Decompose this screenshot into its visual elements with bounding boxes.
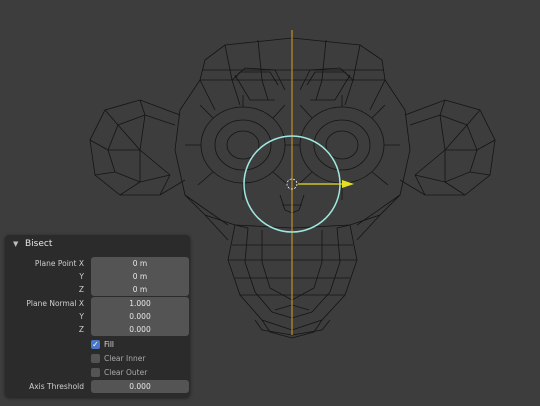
axis-threshold-label: Axis Threshold	[29, 382, 84, 391]
plane-normal-y-field[interactable]: 0.000	[91, 310, 189, 323]
plane-point-z-label: Z	[78, 285, 84, 294]
arrow-head-icon[interactable]	[342, 180, 354, 188]
panel-header[interactable]: ▼ Bisect	[5, 235, 190, 253]
plane-normal-y-label: Y	[79, 312, 84, 321]
plane-point-y-label: Y	[79, 272, 84, 281]
fill-checkbox-row[interactable]: ✓ Fill	[91, 338, 189, 350]
bisect-panel: ▼ Bisect Plane Point X 0 m Y 0 m Z 0 m P…	[5, 235, 190, 397]
checkmark-icon: ✓	[92, 339, 99, 349]
plane-point-y-row: Y 0 m	[5, 270, 190, 283]
plane-point-z-field[interactable]: 0 m	[91, 283, 189, 296]
bisect-gizmo[interactable]	[243, 135, 354, 233]
clear-outer-checkbox[interactable]	[91, 367, 100, 377]
plane-normal-y-row: Y 0.000	[5, 310, 190, 323]
plane-point-x-row: Plane Point X 0 m	[5, 257, 190, 270]
plane-point-x-field[interactable]: 0 m	[91, 257, 189, 270]
clear-inner-checkbox[interactable]	[91, 353, 100, 363]
panel-title: Bisect	[25, 239, 53, 249]
clear-inner-checkbox-row[interactable]: Clear Inner	[91, 352, 189, 364]
triangle-down-icon[interactable]: ▼	[13, 240, 23, 248]
plane-normal-x-row: Plane Normal X 1.000	[5, 297, 190, 310]
axis-threshold-field[interactable]: 0.000	[91, 380, 189, 393]
fill-checkbox[interactable]: ✓	[91, 339, 100, 349]
clear-outer-label: Clear Outer	[104, 367, 148, 377]
plane-point-x-label: Plane Point X	[34, 259, 84, 268]
plane-normal-z-field[interactable]: 0.000	[91, 323, 189, 336]
clear-outer-checkbox-row[interactable]: Clear Outer	[91, 366, 189, 378]
axis-threshold-row: Axis Threshold 0.000	[5, 380, 190, 393]
plane-point-z-row: Z 0 m	[5, 283, 190, 296]
clear-inner-label: Clear Inner	[104, 353, 146, 363]
plane-normal-z-row: Z 0.000	[5, 323, 190, 336]
plane-normal-x-field[interactable]: 1.000	[91, 297, 189, 310]
fill-label: Fill	[104, 339, 115, 349]
plane-point-y-field[interactable]: 0 m	[91, 270, 189, 283]
plane-normal-z-label: Z	[78, 325, 84, 334]
plane-normal-x-label: Plane Normal X	[26, 299, 84, 308]
